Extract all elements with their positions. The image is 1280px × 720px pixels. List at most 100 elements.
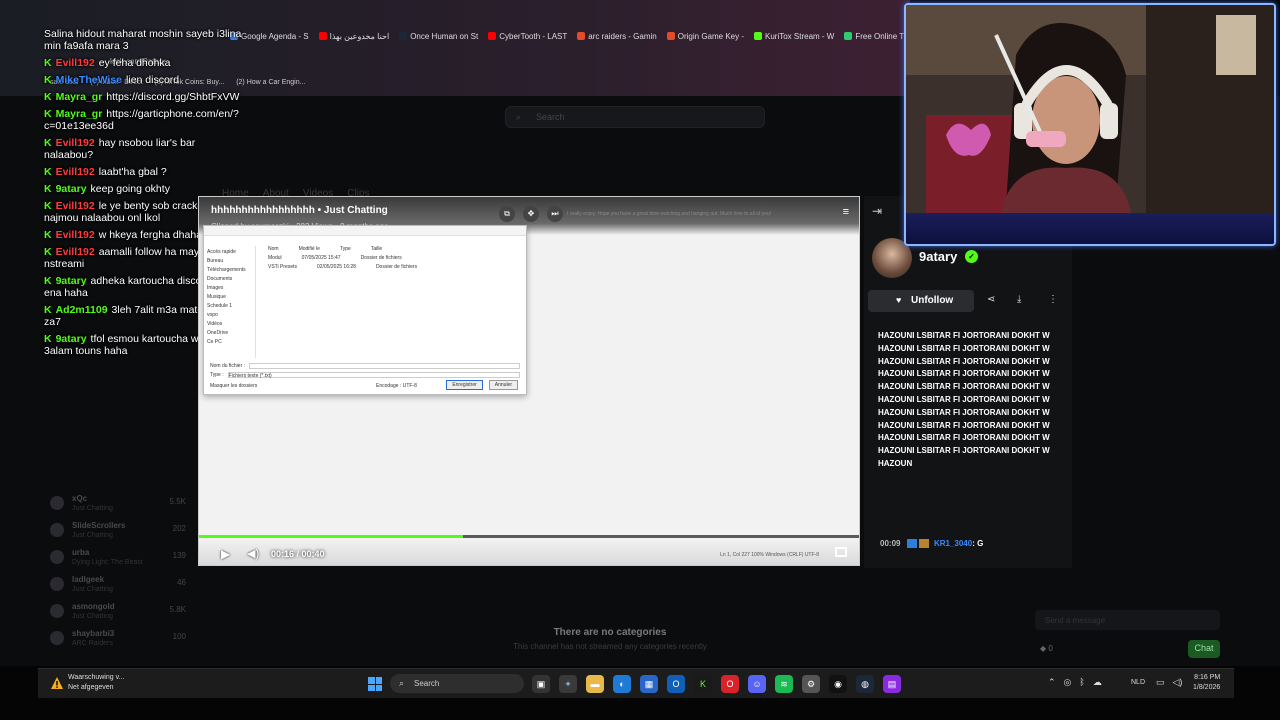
obs-icon[interactable]: ◉ <box>829 675 847 693</box>
chat-username[interactable]: Evill192 <box>56 246 95 258</box>
expand-chat-icon[interactable]: ⇥ <box>872 204 882 218</box>
chat-username[interactable]: 9atary <box>56 275 87 287</box>
network-icon[interactable]: ▭ <box>1156 677 1165 688</box>
collapse-menu-icon[interactable]: ≡ <box>843 206 849 218</box>
dialog-sidebar-item[interactable]: vopo <box>207 312 252 318</box>
chat-username[interactable]: Evill192 <box>56 200 95 212</box>
onedrive-icon[interactable]: ☁ <box>1093 677 1102 688</box>
hide-folders-toggle[interactable]: Masquer les dossiers <box>210 383 257 389</box>
dialog-sidebar-item[interactable]: Bureau <box>207 258 252 264</box>
recommended-channel-item[interactable]: asmongold Just Chatting 5.8K <box>44 600 194 627</box>
save-button[interactable]: Enregistrer <box>446 380 483 390</box>
chat-message: K Mayra_gr https://discord.gg/ShbtFxVW <box>44 91 244 103</box>
copilot-icon[interactable]: ✦ <box>559 675 577 693</box>
discord-icon[interactable]: ☺ <box>748 675 766 693</box>
chat-username[interactable]: Evill192 <box>56 166 95 178</box>
chat-username[interactable]: Evill192 <box>56 137 95 149</box>
chat-username[interactable]: Evill192 <box>56 229 95 241</box>
file-column-header[interactable]: Type <box>340 246 351 252</box>
file-row[interactable]: Modul 07/05/2025 15:47 Dossier de fichiers <box>262 255 526 261</box>
chat-username[interactable]: Evill192 <box>56 57 95 69</box>
clock[interactable]: 8:16 PM 1/8/2026 <box>1193 673 1220 693</box>
file-column-header[interactable]: Modifié le <box>299 246 320 252</box>
file-column-header[interactable]: Taille <box>371 246 382 252</box>
picture-in-picture-icon[interactable]: ⧉ <box>499 206 515 222</box>
dialog-sidebar-item[interactable]: Accès rapide <box>207 249 252 255</box>
chat-username[interactable]: Ad2m1109 <box>56 304 108 316</box>
browser-tab[interactable]: CyberTooth - LAST <box>488 32 567 41</box>
chat-username[interactable]: 9atary <box>56 333 87 345</box>
dialog-sidebar-item[interactable]: OneDrive <box>207 330 252 336</box>
stream-app-icon[interactable]: ▤ <box>883 675 901 693</box>
edge-icon[interactable]: ◐ <box>613 675 631 693</box>
dialog-sidebar-item[interactable]: Téléchargements <box>207 267 252 273</box>
browser-tab[interactable]: Once Human on St <box>399 32 478 41</box>
store-icon[interactable]: ▦ <box>640 675 658 693</box>
dialog-sidebar-item[interactable]: Ce PC <box>207 339 252 345</box>
chat-username[interactable]: 9atary <box>56 183 87 195</box>
browser-tab[interactable]: KuriTox Stream - W <box>754 32 834 41</box>
task-view-icon[interactable]: ▣ <box>532 675 550 693</box>
dialog-sidebar-item[interactable]: Images <box>207 285 252 291</box>
tray-chevron-icon[interactable]: ⌃ <box>1048 677 1056 688</box>
volume-icon[interactable]: ◀) <box>247 547 259 560</box>
recommended-channel-viewers: 202 <box>172 524 186 533</box>
move-icon[interactable]: ✥ <box>523 206 539 222</box>
more-options-icon[interactable]: ⋮ <box>1048 294 1058 305</box>
encoding-field[interactable]: Encodage : UTF-8 <box>376 383 417 389</box>
speaker-icon[interactable]: ◁) <box>1173 677 1183 688</box>
browser-tab[interactable]: arc raiders - Gamin <box>577 32 657 41</box>
outlook-icon[interactable]: O <box>667 675 685 693</box>
share-icon[interactable]: ⋖ <box>987 294 995 305</box>
avatar <box>50 523 64 537</box>
chat-send-button[interactable]: Chat <box>1188 640 1220 658</box>
send-message-input[interactable]: Send a message <box>1035 610 1220 630</box>
browser-tab[interactable]: Free Online Trivi <box>844 32 910 41</box>
bookmark-item[interactable]: (2) How a Car Engin... <box>236 79 305 86</box>
warning-icon[interactable] <box>50 676 64 690</box>
fullscreen-icon[interactable] <box>835 547 847 557</box>
chat-username[interactable]: MikeTheWise <box>56 74 122 86</box>
recommended-channel-item[interactable]: shaybarbi3 ARC Raiders 100 <box>44 627 194 654</box>
steam-icon[interactable]: ◍ <box>856 675 874 693</box>
filename-field[interactable]: Nom du fichier : <box>210 363 520 369</box>
language-indicator[interactable]: NLD <box>1131 679 1145 686</box>
chat-username[interactable]: Mayra_gr <box>56 91 103 103</box>
chat-message: K Mayra_gr https://garticphone.com/en/?c=0… <box>44 108 244 132</box>
browser-tab[interactable]: احنا مخدوعين بهذا <box>318 32 389 41</box>
kick-icon[interactable]: K <box>694 675 712 693</box>
file-explorer-icon[interactable]: ▬ <box>586 675 604 693</box>
skip-icon[interactable]: ⏭ <box>547 206 563 222</box>
vpn-icon[interactable]: ◎ <box>1064 677 1072 688</box>
file-column-header[interactable]: Nom <box>268 246 279 252</box>
taskbar-search[interactable]: ⌕ Search <box>390 674 524 693</box>
bluetooth-icon[interactable]: ᛒ <box>1079 677 1084 688</box>
recommended-channel-item[interactable]: xQc Just Chatting 5.5K <box>44 492 194 519</box>
dialog-sidebar-item[interactable]: Vidéos <box>207 321 252 327</box>
dialog-sidebar-item[interactable]: Documents <box>207 276 252 282</box>
windows-start-icon[interactable] <box>368 677 382 691</box>
message-username[interactable]: KR1_3040 <box>934 539 972 548</box>
unfollow-button[interactable]: ♥ Unfollow <box>868 290 974 312</box>
cancel-button[interactable]: Annuler <box>488 380 518 390</box>
browser-tab-label: Origin Game Key - <box>677 31 744 41</box>
recommended-channel-item[interactable]: SlideScrollers Just Chatting 202 <box>44 519 194 546</box>
type-field[interactable]: Type : Fichiers texte (*.txt) <box>210 372 520 379</box>
file-row[interactable]: VSTi Presets 02/05/2025 16:28 Dossier de f… <box>262 264 526 270</box>
chat-username[interactable]: Mayra_gr <box>56 108 103 120</box>
points-counter: ◆ 0 <box>1040 644 1053 653</box>
clip-player[interactable]: hhhhhhhhhhhhhhhhh • Just Chatting Clippe… <box>198 196 860 566</box>
spotify-icon[interactable]: ≋ <box>775 675 793 693</box>
recommended-channel-item[interactable]: urba Dying Light: The Beast 139 <box>44 546 194 573</box>
weather-widget[interactable]: Waarschuwing v... Net afgegeven <box>68 673 124 693</box>
play-icon[interactable]: ▶ <box>221 547 230 561</box>
recommended-channel-item[interactable]: ladlgeek Just Chatting 46 <box>44 573 194 600</box>
site-search-input[interactable]: ⌕ Search <box>505 106 765 128</box>
channel-name[interactable]: 9atary <box>919 249 957 264</box>
opera-icon[interactable]: O <box>721 675 739 693</box>
dialog-sidebar-item[interactable]: Schedule 1 <box>207 303 252 309</box>
download-icon[interactable]: ⤓ <box>1017 294 1021 305</box>
browser-tab[interactable]: Origin Game Key - <box>666 31 744 41</box>
dialog-sidebar-item[interactable]: Musique <box>207 294 252 300</box>
settings-icon[interactable]: ⚙ <box>802 675 820 693</box>
